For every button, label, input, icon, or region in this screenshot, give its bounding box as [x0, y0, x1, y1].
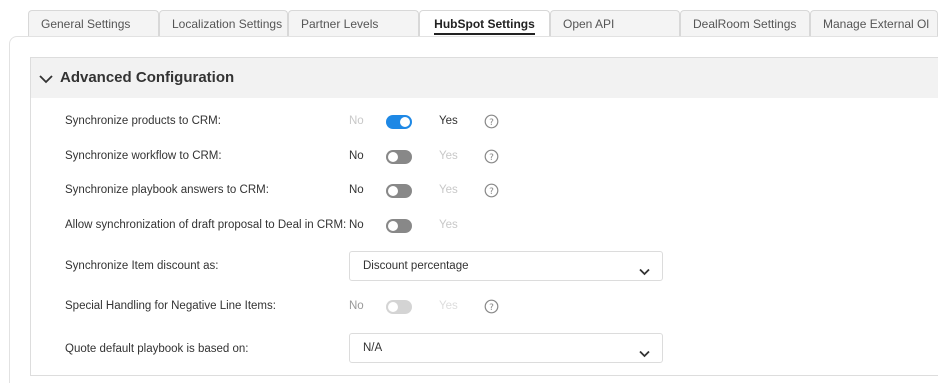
negative-line-items-toggle[interactable] — [386, 300, 412, 314]
sync-playbook-answers-toggle[interactable] — [386, 184, 412, 198]
quote-default-playbook-select[interactable]: N/A — [349, 333, 663, 363]
select-value: Discount percentage — [363, 260, 469, 272]
setting-label: Synchronize Item discount as: — [65, 260, 219, 272]
toggle-knob — [388, 152, 398, 162]
option-no-label: No — [349, 300, 364, 312]
setting-label: Synchronize playbook answers to CRM: — [65, 184, 269, 196]
option-yes-label: Yes — [439, 150, 458, 162]
help-icon[interactable]: ? — [484, 149, 499, 169]
svg-text:?: ? — [489, 118, 494, 128]
toggle-knob — [388, 302, 398, 312]
help-icon[interactable]: ? — [484, 114, 499, 134]
tab-label: Partner Levels — [301, 17, 379, 31]
toggle-knob — [400, 117, 410, 127]
option-no-label: No — [349, 184, 364, 196]
tab-label: HubSpot Settings — [434, 17, 535, 35]
tab-hubspot-settings[interactable]: HubSpot Settings — [419, 10, 550, 37]
tab-general-settings[interactable]: General Settings — [28, 10, 159, 36]
tab-localization-settings[interactable]: Localization Settings — [159, 10, 288, 36]
select-value: N/A — [363, 342, 383, 354]
option-yes-label: Yes — [439, 115, 458, 127]
svg-text:?: ? — [489, 153, 494, 163]
discount-type-select[interactable]: Discount percentage — [349, 251, 663, 281]
option-yes-label: Yes — [439, 300, 458, 312]
setting-label: Allow synchronization of draft proposal … — [65, 219, 347, 231]
help-icon[interactable]: ? — [484, 299, 499, 319]
option-yes-label: Yes — [439, 184, 458, 196]
tab-label: General Settings — [41, 17, 131, 31]
svg-text:?: ? — [489, 303, 494, 313]
toggle-knob — [388, 221, 398, 231]
sync-products-toggle[interactable] — [386, 115, 412, 129]
tab-label: DealRoom Settings — [693, 17, 797, 31]
tab-partner-levels[interactable]: Partner Levels — [288, 10, 419, 36]
chevron-down-icon[interactable] — [39, 71, 53, 89]
option-no-label: No — [349, 150, 364, 162]
toggle-knob — [388, 186, 398, 196]
setting-label: Quote default playbook is based on: — [65, 343, 249, 355]
section-title: Advanced Configuration — [60, 69, 235, 86]
option-no-label: No — [349, 115, 364, 127]
svg-text:?: ? — [489, 187, 494, 197]
setting-label: Special Handling for Negative Line Items… — [65, 300, 276, 312]
option-yes-label: Yes — [439, 219, 458, 231]
chevron-down-icon — [639, 345, 650, 363]
tab-label: Manage External Ol — [823, 17, 930, 31]
sync-draft-proposal-toggle[interactable] — [386, 219, 412, 233]
chevron-down-icon — [639, 263, 650, 281]
tab-label: Open API — [563, 17, 615, 31]
tab-dealroom-settings[interactable]: DealRoom Settings — [680, 10, 810, 36]
help-icon[interactable]: ? — [484, 183, 499, 203]
tab-label: Localization Settings — [172, 17, 283, 31]
sync-workflow-toggle[interactable] — [386, 150, 412, 164]
section-header[interactable]: Advanced Configuration — [31, 58, 938, 98]
tab-open-api[interactable]: Open API — [550, 10, 680, 36]
option-no-label: No — [349, 219, 364, 231]
tab-manage-external-objects[interactable]: Manage External Ol — [810, 10, 938, 36]
setting-label: Synchronize products to CRM: — [65, 115, 221, 127]
advanced-configuration-section: Advanced Configuration — [30, 57, 938, 376]
setting-label: Synchronize workflow to CRM: — [65, 150, 222, 162]
